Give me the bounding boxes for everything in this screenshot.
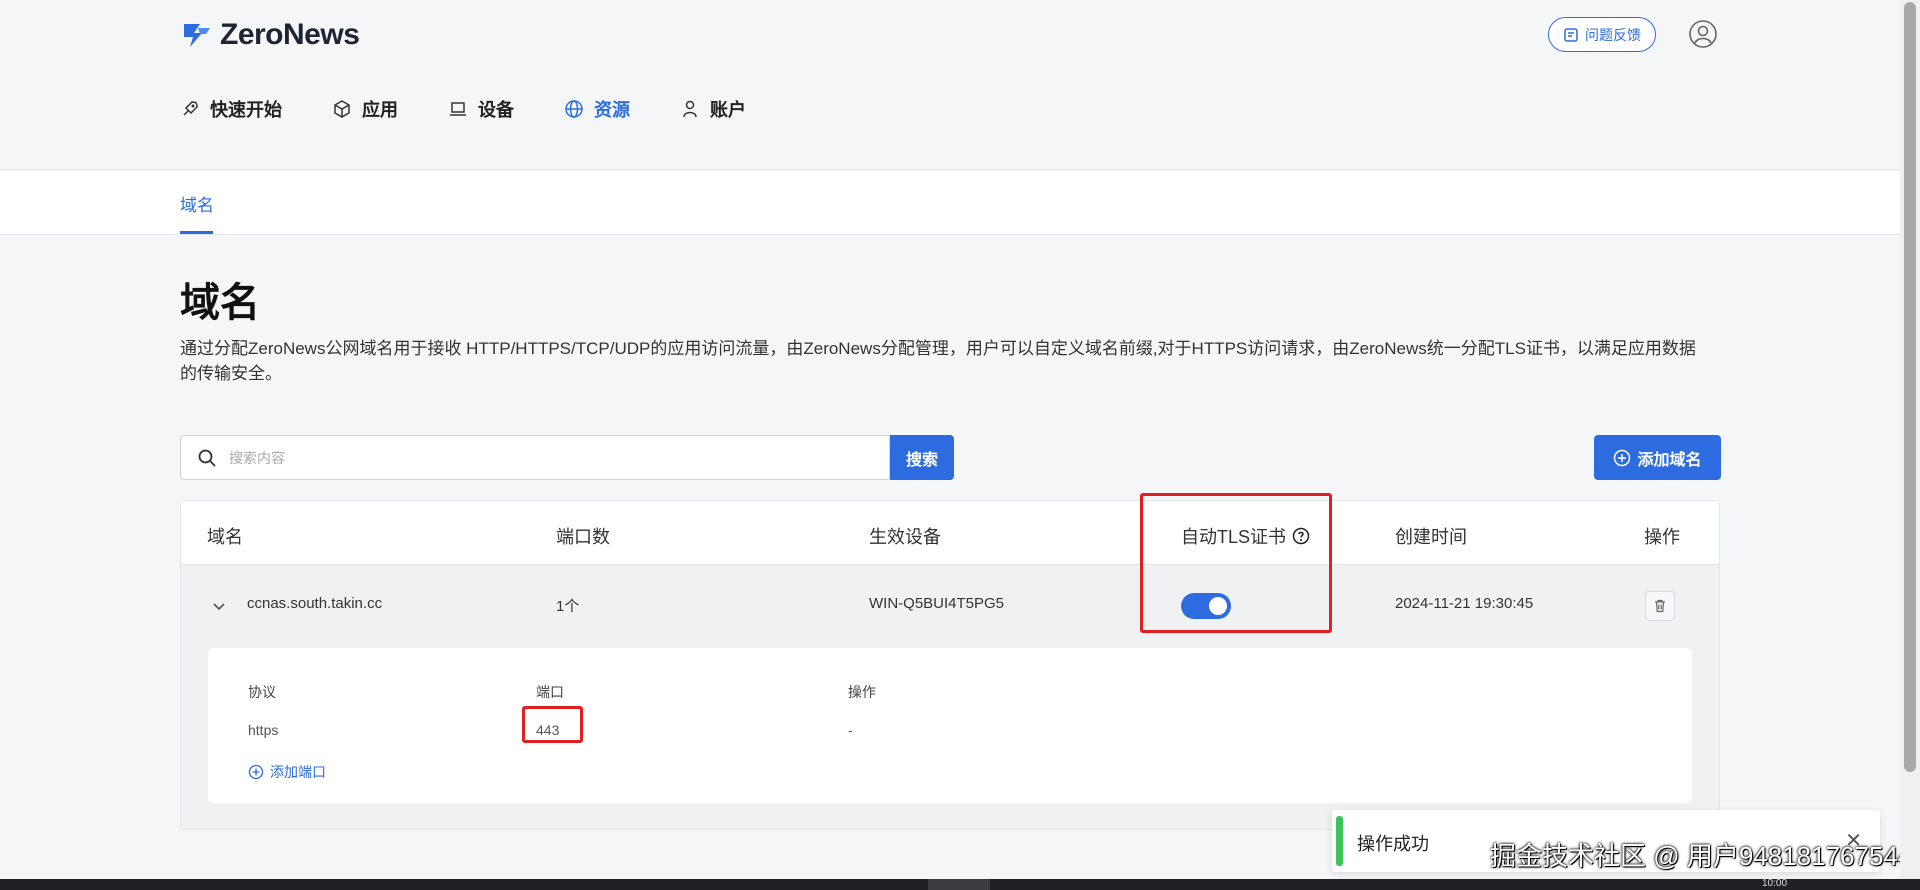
created-cell: 2024-11-21 19:30:45 bbox=[1395, 595, 1534, 612]
os-taskbar: 10:00 bbox=[0, 878, 1920, 890]
port-subtable: 协议 端口 操作 https 443 - 添加端口 bbox=[208, 648, 1692, 803]
plus-circle-icon bbox=[1614, 449, 1631, 466]
nav-label: 账户 bbox=[710, 100, 746, 120]
port-action-cell: - bbox=[848, 722, 853, 738]
top-header: ZeroNews 问题反馈 快速开始 应用 设备 资源 账户 bbox=[0, 0, 1900, 170]
page-title: 域名 bbox=[180, 281, 260, 325]
chevron-down-icon[interactable] bbox=[211, 598, 227, 614]
column-header-ports: 端口数 bbox=[556, 527, 610, 547]
column-header-domain: 域名 bbox=[207, 527, 243, 547]
nav-item-quickstart[interactable]: 快速开始 bbox=[180, 96, 282, 122]
search-input[interactable] bbox=[229, 449, 889, 466]
feedback-button[interactable]: 问题反馈 bbox=[1548, 17, 1656, 52]
scrollbar-thumb[interactable] bbox=[1904, 2, 1916, 772]
subcolumn-header-port: 端口 bbox=[536, 684, 564, 700]
tab-domains[interactable]: 域名 bbox=[180, 191, 214, 216]
logo-text: ZeroNews bbox=[220, 18, 360, 51]
trash-icon bbox=[1655, 599, 1665, 613]
page-description: 通过分配ZeroNews公网域名用于接收 HTTP/HTTPS/TCP/UDP的… bbox=[180, 339, 1696, 383]
column-header-device: 生效设备 bbox=[869, 527, 941, 547]
search-box bbox=[180, 435, 890, 480]
toast-message: 操作成功 bbox=[1357, 834, 1429, 854]
taskbar-item[interactable] bbox=[928, 879, 990, 890]
protocol-cell: https bbox=[248, 722, 279, 738]
add-port-label: 添加端口 bbox=[270, 764, 326, 780]
delete-button[interactable] bbox=[1645, 591, 1675, 621]
nav-item-resources[interactable]: 资源 bbox=[564, 96, 630, 122]
domain-table: 域名 端口数 生效设备 自动TLS证书 创建时间 操作 ccnas.south.… bbox=[180, 500, 1720, 830]
table-header: 域名 端口数 生效设备 自动TLS证书 创建时间 操作 bbox=[181, 501, 1719, 565]
main-nav: 快速开始 应用 设备 资源 账户 bbox=[180, 96, 746, 122]
laptop-icon bbox=[450, 102, 466, 116]
add-domain-button[interactable]: 添加域名 bbox=[1594, 435, 1721, 480]
domain-cell: ccnas.south.takin.cc bbox=[247, 595, 383, 612]
vertical-scrollbar[interactable] bbox=[1900, 0, 1920, 880]
watermark: 掘金技术社区 @ 用户948181767544 bbox=[1490, 841, 1913, 871]
nav-item-apps[interactable]: 应用 bbox=[332, 96, 398, 122]
active-tab-indicator bbox=[180, 231, 213, 234]
search-icon bbox=[198, 449, 216, 467]
nav-label: 设备 bbox=[478, 100, 514, 120]
nav-label: 应用 bbox=[362, 100, 398, 120]
feedback-label: 问题反馈 bbox=[1585, 26, 1641, 43]
globe-icon bbox=[565, 100, 583, 118]
column-header-created: 创建时间 bbox=[1395, 527, 1467, 547]
device-cell: WIN-Q5BUI4T5PG5 bbox=[869, 595, 1005, 612]
cube-icon bbox=[334, 100, 350, 118]
lightning-logo-icon bbox=[184, 24, 210, 47]
logo[interactable]: ZeroNews bbox=[180, 18, 360, 52]
highlight-box-port bbox=[522, 706, 583, 743]
add-domain-label: 添加域名 bbox=[1637, 451, 1702, 469]
toast-status-bar bbox=[1336, 816, 1343, 866]
rocket-icon bbox=[183, 101, 198, 116]
search-button[interactable]: 搜索 bbox=[890, 435, 954, 480]
highlight-box-auto-tls bbox=[1140, 493, 1332, 633]
plus-circle-icon bbox=[248, 764, 264, 780]
taskbar-clock: 10:00 bbox=[1762, 878, 1788, 889]
sub-nav: 域名 bbox=[0, 171, 1900, 235]
feedback-icon bbox=[1564, 27, 1578, 42]
subcolumn-header-action: 操作 bbox=[848, 684, 876, 700]
column-header-actions: 操作 bbox=[1644, 527, 1680, 547]
subcolumn-header-protocol: 协议 bbox=[248, 684, 276, 700]
user-icon bbox=[683, 100, 697, 118]
add-port-link[interactable]: 添加端口 bbox=[248, 762, 326, 782]
ports-cell: 1个 bbox=[556, 598, 580, 615]
user-avatar-icon[interactable] bbox=[1688, 19, 1718, 49]
nav-label: 资源 bbox=[594, 100, 630, 120]
nav-item-account[interactable]: 账户 bbox=[680, 96, 746, 122]
table-row: ccnas.south.takin.cc 1个 WIN-Q5BUI4T5PG5 … bbox=[181, 565, 1719, 647]
nav-label: 快速开始 bbox=[210, 100, 282, 120]
nav-item-devices[interactable]: 设备 bbox=[448, 96, 514, 122]
